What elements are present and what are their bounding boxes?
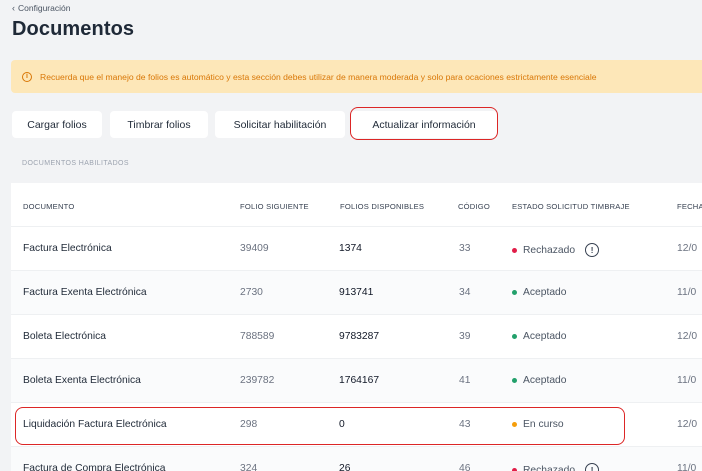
cell-folios-disponibles: 26 <box>339 463 351 471</box>
table-row[interactable]: Factura Electrónica 39409 1374 33 Rechazado!… <box>11 227 702 271</box>
cell-codigo: 34 <box>459 287 471 298</box>
status-label: Aceptado <box>523 331 567 342</box>
cell-estado: Aceptado <box>512 331 567 342</box>
column-header-folios-disponibles: FOLIOS DISPONIBLES <box>340 202 425 211</box>
column-header-fecha: FECHA <box>677 202 702 211</box>
timbrar-folios-button[interactable]: Timbrar folios <box>110 111 208 138</box>
exclamation-circle-icon[interactable]: ! <box>585 243 600 257</box>
cell-codigo: 46 <box>459 463 471 471</box>
cell-codigo: 33 <box>459 243 471 254</box>
documents-table: DOCUMENTO FOLIO SIGUIENTE FOLIOS DISPONI… <box>11 183 702 471</box>
column-header-documento: DOCUMENTO <box>23 202 75 211</box>
status-dot-icon <box>512 422 517 427</box>
cell-folio-siguiente: 298 <box>240 419 258 430</box>
cell-folios-disponibles: 9783287 <box>339 331 380 342</box>
cell-folios-disponibles: 1374 <box>339 243 362 254</box>
cell-fecha: 12/0 <box>677 331 698 342</box>
table-row[interactable]: Liquidación Factura Electrónica 298 0 43 En … <box>11 403 702 447</box>
table-row[interactable]: Factura de Compra Electrónica 324 26 46 Rech… <box>11 447 702 471</box>
status-label: Aceptado <box>523 375 567 386</box>
cell-folios-disponibles: 1764167 <box>339 375 380 386</box>
info-icon: i <box>22 71 32 82</box>
cell-documento: Liquidación Factura Electrónica <box>23 419 167 430</box>
cell-estado: Aceptado <box>512 375 567 386</box>
info-alert: i Recuerda que el manejo de folios es au… <box>11 60 702 93</box>
cell-folios-disponibles: 0 <box>339 419 345 430</box>
actualizar-informacion-button[interactable]: Actualizar información <box>351 111 497 138</box>
cell-estado: Aceptado <box>512 287 567 298</box>
cell-codigo: 41 <box>459 375 471 386</box>
cell-fecha: 12/0 <box>677 419 698 430</box>
status-dot-icon <box>512 247 517 253</box>
cell-folio-siguiente: 324 <box>240 463 258 471</box>
chevron-left-icon: ‹ <box>12 2 15 13</box>
cell-fecha: 11/0 <box>677 375 697 386</box>
table-header: DOCUMENTO FOLIO SIGUIENTE FOLIOS DISPONI… <box>11 183 702 227</box>
cell-codigo: 43 <box>459 419 471 430</box>
cell-fecha: 11/0 <box>677 287 697 298</box>
exclamation-circle-icon[interactable]: ! <box>585 463 600 471</box>
cell-documento: Factura Exenta Electrónica <box>23 287 147 298</box>
page-title: Documentos <box>12 18 135 40</box>
status-label: En curso <box>523 419 564 430</box>
cell-estado: Rechazado! <box>512 463 600 471</box>
section-label: DOCUMENTOS HABILITADOS <box>22 160 129 167</box>
status-label: Rechazado <box>523 464 576 471</box>
cell-fecha: 11/0 <box>677 463 697 471</box>
documentos-page: ‹ Configuración Documentos i Recuerda qu… <box>0 0 702 471</box>
cell-documento: Boleta Exenta Electrónica <box>23 375 141 386</box>
cell-folio-siguiente: 788589 <box>240 331 275 342</box>
status-dot-icon <box>512 467 517 471</box>
status-dot-icon <box>512 334 517 339</box>
breadcrumb[interactable]: ‹ Configuración <box>12 3 70 13</box>
cell-folio-siguiente: 39409 <box>240 243 269 254</box>
cell-documento: Boleta Electrónica <box>23 331 106 342</box>
table-row[interactable]: Boleta Electrónica 788589 9783287 39 Aceptad… <box>11 315 702 359</box>
cell-codigo: 39 <box>459 331 471 342</box>
status-label: Rechazado <box>523 244 576 256</box>
column-header-codigo: CÓDIGO <box>458 202 490 211</box>
status-dot-icon <box>512 290 517 295</box>
cell-estado: Rechazado! <box>512 243 600 257</box>
cell-fecha: 12/0 <box>677 243 698 254</box>
breadcrumb-label: Configuración <box>18 3 71 13</box>
alert-text: Recuerda que el manejo de folios es auto… <box>40 71 597 82</box>
cargar-folios-button[interactable]: Cargar folios <box>12 111 102 138</box>
column-header-folio-siguiente: FOLIO SIGUIENTE <box>240 202 309 211</box>
cell-folio-siguiente: 239782 <box>240 375 275 386</box>
cell-folio-siguiente: 2730 <box>240 287 263 298</box>
table-row[interactable]: Boleta Exenta Electrónica 239782 1764167 41… <box>11 359 702 403</box>
table-row[interactable]: Factura Exenta Electrónica 2730 913741 34 Ac… <box>11 271 702 315</box>
cell-folios-disponibles: 913741 <box>339 287 374 298</box>
cell-estado: En curso <box>512 419 564 430</box>
cell-documento: Factura Electrónica <box>23 243 112 254</box>
status-label: Aceptado <box>523 287 567 298</box>
solicitar-habilitacion-button[interactable]: Solicitar habilitación <box>215 111 345 138</box>
column-header-estado: ESTADO SOLICITUD TIMBRAJE <box>512 202 630 211</box>
cell-documento: Factura de Compra Electrónica <box>23 463 166 471</box>
status-dot-icon <box>512 378 517 383</box>
